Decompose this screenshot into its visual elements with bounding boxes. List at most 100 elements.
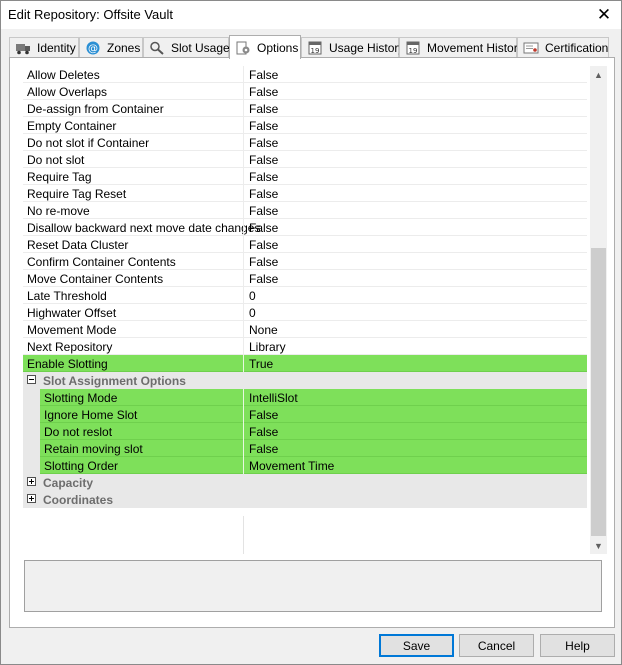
tab-usage-history[interactable]: 19 Usage History <box>301 37 404 58</box>
property-name: Slotting Mode <box>44 391 118 405</box>
property-value[interactable]: False <box>249 68 278 82</box>
property-value[interactable]: Movement Time <box>249 459 334 473</box>
property-row[interactable]: Empty Container False <box>23 117 587 134</box>
column-divider <box>243 236 244 253</box>
property-value[interactable]: False <box>249 136 278 150</box>
svg-text:19: 19 <box>311 47 320 55</box>
property-row[interactable]: Allow Deletes False <box>23 66 587 83</box>
tab-label: Movement History <box>427 41 524 55</box>
vertical-scrollbar[interactable]: ▲ ▼ <box>590 66 607 554</box>
options-icon <box>235 41 251 55</box>
column-divider <box>243 338 244 355</box>
property-row-slotting-order[interactable]: Slotting Order Movement Time <box>23 457 587 474</box>
category-coordinates[interactable]: Coordinates <box>23 491 587 508</box>
property-row[interactable]: Do not slot if Container False <box>23 134 587 151</box>
property-value[interactable]: False <box>249 85 278 99</box>
collapse-icon[interactable] <box>27 375 36 384</box>
property-value[interactable]: True <box>249 357 273 371</box>
scroll-up-button[interactable]: ▲ <box>590 66 607 83</box>
property-row[interactable]: Highwater Offset 0 <box>23 304 587 321</box>
property-name: Late Threshold <box>27 289 107 303</box>
category-slot-assignment-options[interactable]: Slot Assignment Options <box>23 372 587 389</box>
property-row[interactable]: No re-move False <box>23 202 587 219</box>
property-row[interactable]: Allow Overlaps False <box>23 83 587 100</box>
property-value[interactable]: False <box>249 425 278 439</box>
calendar-icon: 19 <box>405 41 421 55</box>
property-row-enable-slotting[interactable]: Enable Slotting True <box>23 355 587 372</box>
column-divider <box>243 253 244 270</box>
column-divider <box>243 66 244 83</box>
property-value[interactable]: False <box>249 170 278 184</box>
tab-identity[interactable]: Identity <box>9 37 79 58</box>
indent-gutter <box>23 457 40 474</box>
property-row[interactable]: Reset Data Cluster False <box>23 236 587 253</box>
property-value[interactable]: False <box>249 408 278 422</box>
property-value[interactable]: None <box>249 323 278 337</box>
property-name: Confirm Container Contents <box>27 255 176 269</box>
property-row[interactable]: Disallow backward next move date changes… <box>23 219 587 236</box>
property-row[interactable]: Confirm Container Contents False <box>23 253 587 270</box>
property-row-ignore-home-slot[interactable]: Ignore Home Slot False <box>23 406 587 423</box>
window-title: Edit Repository: Offsite Vault <box>8 7 173 22</box>
description-box <box>24 560 602 612</box>
property-name: No re-move <box>27 204 90 218</box>
property-value[interactable]: False <box>249 187 278 201</box>
property-value[interactable]: Library <box>249 340 286 354</box>
property-value[interactable]: False <box>249 102 278 116</box>
property-value[interactable]: False <box>249 221 278 235</box>
scrollbar-thumb[interactable] <box>591 248 606 536</box>
property-row[interactable]: De-assign from Container False <box>23 100 587 117</box>
property-row[interactable]: Require Tag False <box>23 168 587 185</box>
tab-label: Usage History <box>329 41 405 55</box>
expand-icon[interactable] <box>27 494 36 503</box>
property-value[interactable]: False <box>249 204 278 218</box>
property-row-retain-moving-slot[interactable]: Retain moving slot False <box>23 440 587 457</box>
scroll-down-button[interactable]: ▼ <box>590 537 607 554</box>
property-name: Do not slot if Container <box>27 136 150 150</box>
tab-certification[interactable]: Certification <box>517 37 609 58</box>
property-row[interactable]: Movement Mode None <box>23 321 587 338</box>
tab-movement-history[interactable]: 19 Movement History <box>399 37 524 58</box>
svg-text:@: @ <box>88 44 98 55</box>
property-row-do-not-reslot[interactable]: Do not reslot False <box>23 423 587 440</box>
property-name: Allow Deletes <box>27 68 100 82</box>
property-row[interactable]: Move Container Contents False <box>23 270 587 287</box>
property-value[interactable]: 0 <box>249 306 256 320</box>
property-value[interactable]: False <box>249 238 278 252</box>
property-value[interactable]: False <box>249 119 278 133</box>
chevron-down-icon: ▼ <box>594 540 603 551</box>
property-value[interactable]: False <box>249 255 278 269</box>
column-divider <box>243 355 244 372</box>
column-divider <box>243 185 244 202</box>
help-button[interactable]: Help <box>540 634 615 657</box>
category-capacity[interactable]: Capacity <box>23 474 587 491</box>
property-value[interactable]: False <box>249 272 278 286</box>
property-row[interactable]: Late Threshold 0 <box>23 287 587 304</box>
expand-icon[interactable] <box>27 477 36 486</box>
tab-label: Options <box>257 40 299 55</box>
property-value[interactable]: False <box>249 153 278 167</box>
tab-label: Identity <box>37 41 76 55</box>
property-value[interactable]: 0 <box>249 289 256 303</box>
tab-options[interactable]: Options <box>229 35 301 59</box>
category-label: Coordinates <box>43 493 114 507</box>
property-row[interactable]: Require Tag Reset False <box>23 185 587 202</box>
property-value[interactable]: False <box>249 442 278 456</box>
save-button[interactable]: Save <box>379 634 454 657</box>
chevron-up-icon: ▲ <box>594 69 603 80</box>
property-row[interactable]: Do not slot False <box>23 151 587 168</box>
column-divider <box>243 134 244 151</box>
property-row-slotting-mode[interactable]: Slotting Mode IntelliSlot <box>23 389 587 406</box>
column-divider <box>243 304 244 321</box>
property-name: Move Container Contents <box>27 272 164 286</box>
column-divider <box>243 516 244 554</box>
column-divider <box>243 406 244 423</box>
tab-zones[interactable]: @ Zones <box>79 37 143 58</box>
property-name: Require Tag Reset <box>27 187 127 201</box>
property-value[interactable]: IntelliSlot <box>249 391 298 405</box>
close-button[interactable]: ✕ <box>587 1 621 29</box>
property-name: Enable Slotting <box>27 357 108 371</box>
property-row[interactable]: Next Repository Library <box>23 338 587 355</box>
cancel-button[interactable]: Cancel <box>459 634 534 657</box>
tab-slot-usage[interactable]: Slot Usage <box>143 37 230 58</box>
